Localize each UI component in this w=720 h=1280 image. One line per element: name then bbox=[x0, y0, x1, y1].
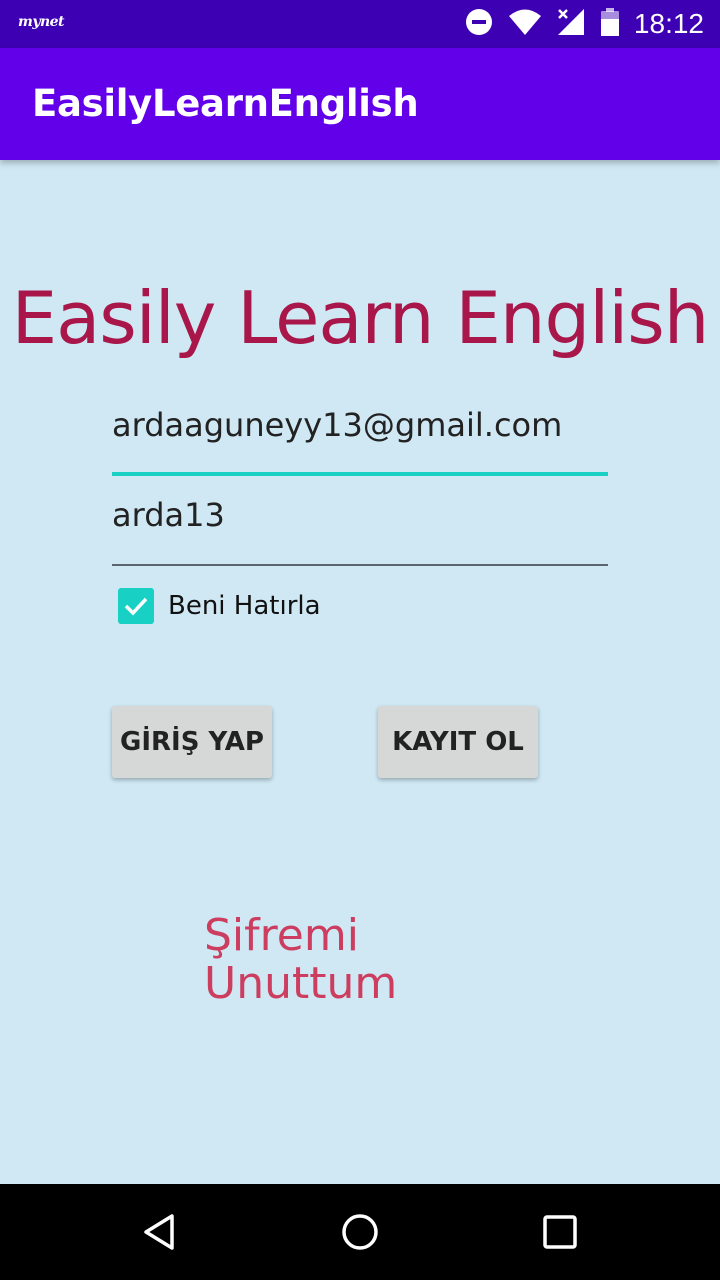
register-button[interactable]: KAYIT OL bbox=[378, 706, 538, 778]
check-icon bbox=[124, 597, 148, 616]
wifi-icon bbox=[508, 7, 542, 42]
remember-checkbox[interactable] bbox=[118, 588, 154, 624]
forgot-line-1: Şifremi bbox=[204, 910, 359, 961]
login-button[interactable]: GİRİŞ YAP bbox=[112, 706, 272, 778]
carrier-logo: mynet bbox=[18, 14, 65, 30]
forgot-password-link[interactable]: Şifremi Unuttum bbox=[204, 912, 464, 1008]
password-input[interactable] bbox=[112, 482, 608, 542]
remember-me[interactable]: Beni Hatırla bbox=[118, 588, 321, 624]
email-input[interactable] bbox=[112, 392, 608, 452]
recents-button[interactable] bbox=[536, 1208, 584, 1256]
email-underline bbox=[112, 472, 608, 476]
forgot-line-2: Unuttum bbox=[204, 958, 398, 1009]
app-title: EasilyLearnEnglish bbox=[32, 82, 419, 125]
back-icon bbox=[144, 1214, 174, 1250]
cell-signal-icon bbox=[556, 7, 586, 42]
home-button[interactable] bbox=[336, 1208, 384, 1256]
status-icons: 18:12 bbox=[464, 0, 704, 48]
password-field[interactable] bbox=[112, 482, 608, 566]
home-icon bbox=[342, 1214, 378, 1250]
do-not-disturb-icon bbox=[464, 7, 494, 42]
battery-icon bbox=[600, 7, 620, 42]
status-bar: mynet 18:12 bbox=[0, 0, 720, 48]
back-button[interactable] bbox=[136, 1208, 184, 1256]
navigation-bar bbox=[0, 1184, 720, 1280]
email-field[interactable] bbox=[112, 392, 608, 476]
clock: 18:12 bbox=[633, 8, 704, 39]
password-underline bbox=[112, 564, 608, 566]
app-bar: EasilyLearnEnglish bbox=[0, 48, 720, 160]
recents-icon bbox=[543, 1215, 577, 1249]
page-heading: Easily Learn English bbox=[11, 276, 710, 360]
remember-label: Beni Hatırla bbox=[168, 591, 321, 621]
